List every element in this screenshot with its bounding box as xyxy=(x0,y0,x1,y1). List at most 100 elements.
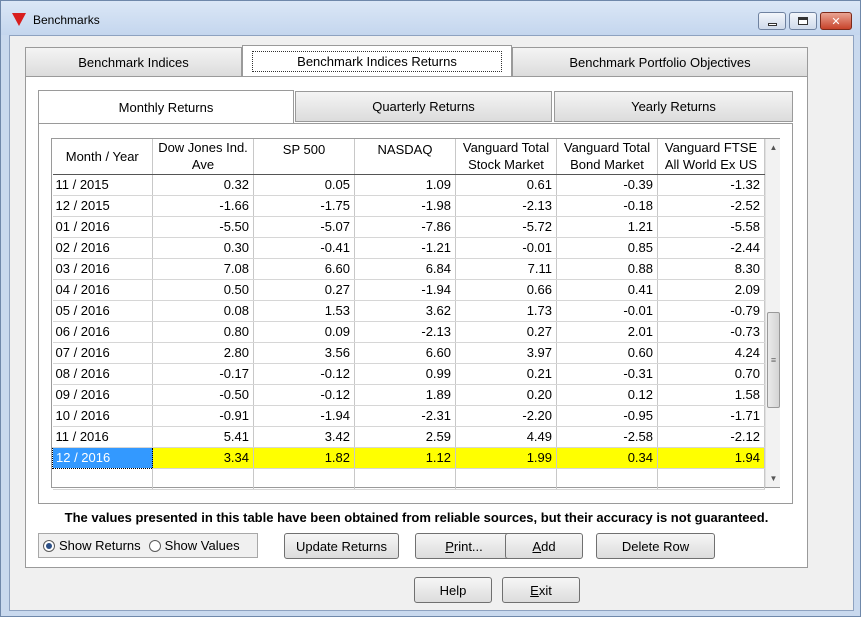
cell-dow-jones[interactable]: 0.30 xyxy=(152,237,254,259)
empty-cell[interactable] xyxy=(354,468,456,490)
empty-cell[interactable] xyxy=(52,468,153,490)
cell-dow-jones[interactable]: -0.17 xyxy=(152,363,254,385)
cell-sp500[interactable]: -0.12 xyxy=(253,363,355,385)
cell-vanguard-ftse[interactable]: 1.58 xyxy=(657,384,765,406)
cell-vanguard-ftse[interactable]: 2.09 xyxy=(657,279,765,301)
cell-nasdaq[interactable]: -2.31 xyxy=(354,405,456,427)
add-button[interactable]: Add xyxy=(505,533,583,559)
column-header-vanguard-ftse[interactable]: Vanguard FTSE All World Ex US xyxy=(657,139,765,175)
tab-benchmark-portfolio-objectives[interactable]: Benchmark Portfolio Objectives xyxy=(512,47,808,77)
cell-sp500[interactable]: -1.75 xyxy=(253,195,355,217)
cell-vanguard-stock[interactable]: 3.97 xyxy=(455,342,557,364)
cell-vanguard-stock[interactable]: 0.66 xyxy=(455,279,557,301)
cell-dow-jones[interactable]: 0.50 xyxy=(152,279,254,301)
cell-nasdaq[interactable]: 1.89 xyxy=(354,384,456,406)
cell-month-year[interactable]: 09 / 2016 xyxy=(52,384,153,406)
empty-cell[interactable] xyxy=(152,468,254,490)
table-row[interactable]: 12 / 2015 -1.66 -1.75 -1.98 -2.13 -0.18 -2.52 xyxy=(52,195,765,217)
cell-month-year[interactable]: 04 / 2016 xyxy=(52,279,153,301)
empty-cell[interactable] xyxy=(556,468,658,490)
show-returns-option[interactable]: Show Returns xyxy=(43,538,141,553)
cell-vanguard-bond[interactable]: -0.31 xyxy=(556,363,658,385)
cell-vanguard-ftse[interactable]: 8.30 xyxy=(657,258,765,280)
cell-nasdaq[interactable]: -2.13 xyxy=(354,321,456,343)
cell-nasdaq[interactable]: 1.12 xyxy=(354,447,456,469)
cell-vanguard-bond[interactable]: 0.85 xyxy=(556,237,658,259)
table-row[interactable]: 02 / 2016 0.30 -0.41 -1.21 -0.01 0.85 -2.44 xyxy=(52,237,765,259)
table-row[interactable]: 06 / 2016 0.80 0.09 -2.13 0.27 2.01 -0.73 xyxy=(52,321,765,343)
column-header-vanguard-bond[interactable]: Vanguard Total Bond Market xyxy=(556,139,658,175)
cell-nasdaq[interactable]: -1.98 xyxy=(354,195,456,217)
cell-month-year[interactable]: 12 / 2016 xyxy=(52,446,153,469)
column-header-vanguard-stock[interactable]: Vanguard Total Stock Market xyxy=(455,139,557,175)
cell-vanguard-ftse[interactable]: -2.12 xyxy=(657,426,765,448)
cell-nasdaq[interactable]: 1.09 xyxy=(354,174,456,196)
empty-cell[interactable] xyxy=(253,468,355,490)
cell-dow-jones[interactable]: 5.41 xyxy=(152,426,254,448)
cell-vanguard-bond[interactable]: 0.41 xyxy=(556,279,658,301)
cell-vanguard-stock[interactable]: 0.27 xyxy=(455,321,557,343)
cell-month-year[interactable]: 11 / 2015 xyxy=(52,174,153,196)
cell-sp500[interactable]: 0.27 xyxy=(253,279,355,301)
print-button[interactable]: Print... xyxy=(415,533,513,559)
cell-sp500[interactable]: 6.60 xyxy=(253,258,355,280)
cell-vanguard-stock[interactable]: -5.72 xyxy=(455,216,557,238)
table-row[interactable]: 07 / 2016 2.80 3.56 6.60 3.97 0.60 4.24 xyxy=(52,342,765,364)
cell-vanguard-ftse[interactable]: 1.94 xyxy=(657,447,765,469)
table-row[interactable]: 03 / 2016 7.08 6.60 6.84 7.11 0.88 8.30 xyxy=(52,258,765,280)
cell-dow-jones[interactable]: 0.32 xyxy=(152,174,254,196)
cell-nasdaq[interactable]: -1.21 xyxy=(354,237,456,259)
scroll-down-arrow-icon[interactable]: ▼ xyxy=(766,470,781,487)
column-header-dow-jones[interactable]: Dow Jones Ind. Ave xyxy=(152,139,254,175)
cell-vanguard-stock[interactable]: 0.20 xyxy=(455,384,557,406)
cell-vanguard-stock[interactable]: -2.20 xyxy=(455,405,557,427)
cell-vanguard-ftse[interactable]: -0.79 xyxy=(657,300,765,322)
cell-vanguard-bond[interactable]: -0.18 xyxy=(556,195,658,217)
title-bar[interactable]: Benchmarks ✕ xyxy=(1,1,860,35)
cell-vanguard-stock[interactable]: 0.21 xyxy=(455,363,557,385)
cell-vanguard-ftse[interactable]: -1.32 xyxy=(657,174,765,196)
cell-month-year[interactable]: 06 / 2016 xyxy=(52,321,153,343)
cell-sp500[interactable]: -0.12 xyxy=(253,384,355,406)
table-row[interactable]: 11 / 2016 5.41 3.42 2.59 4.49 -2.58 -2.12 xyxy=(52,426,765,448)
table-row[interactable]: 12 / 2016 3.34 1.82 1.12 1.99 0.34 1.94 xyxy=(52,446,765,469)
table-row[interactable]: 04 / 2016 0.50 0.27 -1.94 0.66 0.41 2.09 xyxy=(52,279,765,301)
vertical-scrollbar[interactable]: ▲ ≡ ▼ xyxy=(765,139,780,487)
cell-dow-jones[interactable]: 0.80 xyxy=(152,321,254,343)
cell-nasdaq[interactable]: 3.62 xyxy=(354,300,456,322)
cell-nasdaq[interactable]: 0.99 xyxy=(354,363,456,385)
table-row[interactable]: 09 / 2016 -0.50 -0.12 1.89 0.20 0.12 1.58 xyxy=(52,384,765,406)
cell-vanguard-stock[interactable]: -0.01 xyxy=(455,237,557,259)
empty-cell[interactable] xyxy=(657,468,765,490)
cell-sp500[interactable]: 3.56 xyxy=(253,342,355,364)
cell-vanguard-bond[interactable]: -0.95 xyxy=(556,405,658,427)
close-button[interactable]: ✕ xyxy=(820,12,852,30)
show-values-option[interactable]: Show Values xyxy=(148,538,240,553)
table-row[interactable]: 01 / 2016 -5.50 -5.07 -7.86 -5.72 1.21 -5.58 xyxy=(52,216,765,238)
cell-sp500[interactable]: -1.94 xyxy=(253,405,355,427)
column-header-month-year[interactable]: Month / Year xyxy=(52,139,153,175)
cell-month-year[interactable]: 11 / 2016 xyxy=(52,426,153,448)
column-header-nasdaq[interactable]: NASDAQ xyxy=(354,139,456,175)
cell-vanguard-bond[interactable]: 0.88 xyxy=(556,258,658,280)
cell-nasdaq[interactable]: -1.94 xyxy=(354,279,456,301)
tab-benchmark-indices[interactable]: Benchmark Indices xyxy=(25,47,242,77)
cell-vanguard-bond[interactable]: -2.58 xyxy=(556,426,658,448)
tab-yearly-returns[interactable]: Yearly Returns xyxy=(554,91,793,122)
returns-grid[interactable]: Month / Year Dow Jones Ind. Ave SP 500 NA… xyxy=(51,138,780,490)
cell-vanguard-ftse[interactable]: -1.71 xyxy=(657,405,765,427)
cell-vanguard-stock[interactable]: 1.99 xyxy=(455,447,557,469)
cell-vanguard-ftse[interactable]: -0.73 xyxy=(657,321,765,343)
minimize-button[interactable] xyxy=(758,12,786,30)
cell-month-year[interactable]: 02 / 2016 xyxy=(52,237,153,259)
cell-month-year[interactable]: 01 / 2016 xyxy=(52,216,153,238)
cell-vanguard-bond[interactable]: 2.01 xyxy=(556,321,658,343)
cell-dow-jones[interactable]: -1.66 xyxy=(152,195,254,217)
help-button[interactable]: Help xyxy=(414,577,492,603)
empty-new-row[interactable] xyxy=(52,468,765,490)
cell-vanguard-ftse[interactable]: 0.70 xyxy=(657,363,765,385)
scroll-thumb[interactable]: ≡ xyxy=(767,312,780,408)
cell-vanguard-ftse[interactable]: 4.24 xyxy=(657,342,765,364)
tab-benchmark-indices-returns[interactable]: Benchmark Indices Returns xyxy=(242,45,512,76)
cell-sp500[interactable]: 0.05 xyxy=(253,174,355,196)
